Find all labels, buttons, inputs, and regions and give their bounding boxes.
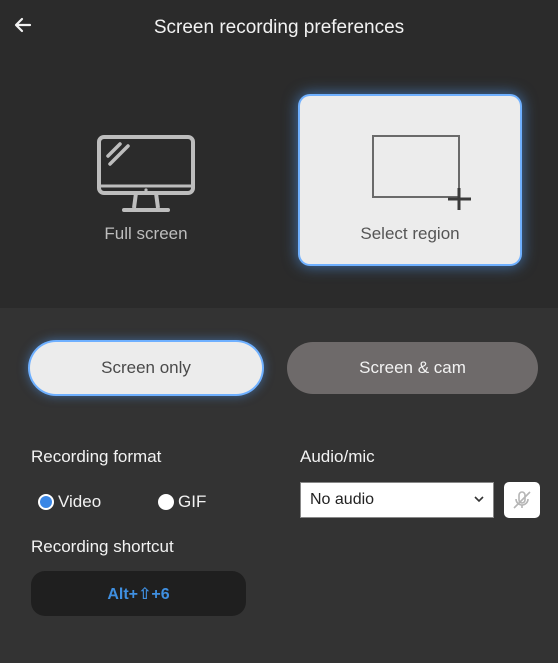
shortcut-keys: Alt+⇧+6 <box>107 585 170 603</box>
format-video-label: Video <box>58 492 102 511</box>
screen-only-button[interactable]: Screen only <box>30 342 262 394</box>
audio-mic-label: Audio/mic <box>300 447 375 466</box>
screen-cam-button[interactable]: Screen & cam <box>287 342 538 394</box>
header: Screen recording preferences <box>0 0 558 56</box>
select-region-label: Select region <box>360 224 460 243</box>
mic-off-icon <box>513 491 531 509</box>
radio-indicator <box>158 494 174 510</box>
region-plus-icon <box>372 135 471 210</box>
shortcut-button[interactable]: Alt+⇧+6 <box>31 571 246 616</box>
capture-mode-area: Full screen Select region <box>0 56 558 308</box>
select-region-option[interactable]: Select region <box>300 96 520 264</box>
page-title: Screen recording preferences <box>153 17 405 38</box>
audio-select[interactable]: No audio <box>300 482 494 518</box>
format-video-radio[interactable]: Video <box>38 492 101 512</box>
recording-format-label: Recording format <box>31 447 162 466</box>
audio-select-value: No audio <box>310 491 375 508</box>
monitor-icon <box>97 135 195 212</box>
format-gif-radio[interactable]: GIF <box>158 492 206 512</box>
chevron-down-icon <box>474 496 484 503</box>
full-screen-label: Full screen <box>104 224 188 243</box>
recording-shortcut-label: Recording shortcut <box>31 537 174 556</box>
full-screen-option[interactable]: Full screen <box>36 96 256 264</box>
format-gif-label: GIF <box>178 492 207 511</box>
radio-indicator <box>38 494 54 510</box>
mic-toggle-button[interactable] <box>504 482 540 518</box>
